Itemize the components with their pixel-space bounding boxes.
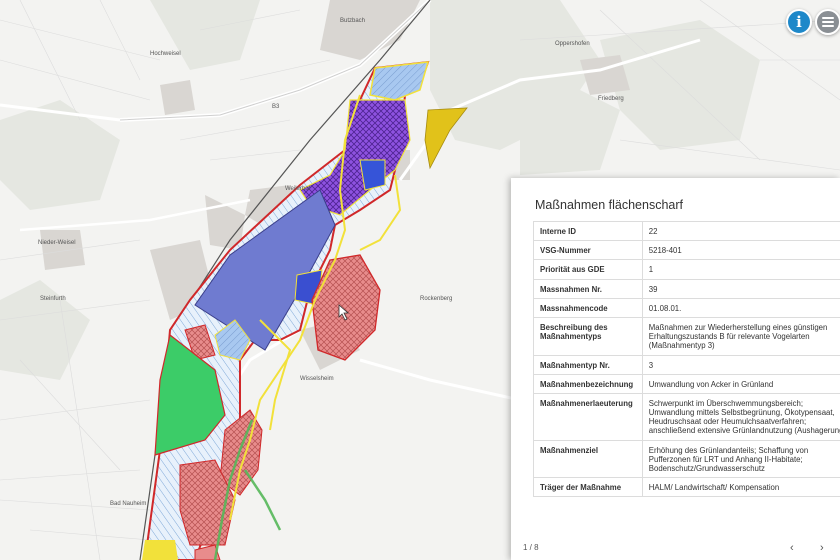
hamburger-menu-icon bbox=[822, 15, 834, 29]
map-label: Nieder-Weisel bbox=[38, 240, 76, 246]
attribute-value: 5218-401 bbox=[641, 240, 840, 261]
attribute-key: VSG-Nummer bbox=[533, 240, 643, 261]
map-label: Friedberg bbox=[598, 96, 624, 102]
attribute-key: Massnahmen Nr. bbox=[533, 278, 643, 299]
next-feature-button[interactable]: › bbox=[820, 542, 824, 554]
attribute-key: Maßnahmenerlaeuterung bbox=[533, 392, 643, 441]
feature-info-panel: Maßnahmen flächenscharf Interne ID 22 VSG-… bbox=[511, 178, 840, 560]
attribute-value: Umwandlung von Acker in Grünland bbox=[641, 373, 840, 394]
attribute-table: Interne ID 22 VSG-Nummer 5218-401 Priorität … bbox=[533, 220, 840, 498]
attribute-key: Maßnahmentyp Nr. bbox=[533, 354, 643, 375]
attribute-value: 22 bbox=[641, 220, 840, 242]
map-label: Weilerhof bbox=[285, 186, 311, 192]
table-row: Beschreibung des Maßnahmentyps Maßnahmen … bbox=[533, 316, 840, 356]
attribute-value: 3 bbox=[641, 354, 840, 375]
attribute-value: Schwerpunkt im Überschwemmungsbereich; U… bbox=[641, 392, 840, 441]
info-button[interactable]: i bbox=[786, 9, 812, 35]
attribute-key: Priorität aus GDE bbox=[533, 259, 643, 280]
attribute-value: Maßnahmen zur Wiederherstellung eines gü… bbox=[641, 316, 840, 356]
table-row: Maßnahmenerlaeuterung Schwerpunkt im Über… bbox=[533, 392, 840, 441]
map-label: Butzbach bbox=[340, 18, 365, 24]
previous-feature-button[interactable]: ‹ bbox=[790, 542, 794, 554]
info-icon: i bbox=[796, 12, 802, 31]
attribute-key: Maßnahmenziel bbox=[533, 439, 643, 479]
attribute-key: Massnahmencode bbox=[533, 297, 643, 318]
table-row: VSG-Nummer 5218-401 bbox=[533, 240, 840, 261]
attribute-value: Erhöhung des Grünlandanteils; Schaffung … bbox=[641, 439, 840, 479]
table-row: Maßnahmentyp Nr. 3 bbox=[533, 354, 840, 375]
map-label: Rockenberg bbox=[420, 296, 452, 302]
table-row: Priorität aus GDE 1 bbox=[533, 259, 840, 280]
pagination-indicator: 1 / 8 bbox=[523, 543, 539, 552]
map-label: Hochweisel bbox=[150, 51, 181, 57]
table-row: Interne ID 22 bbox=[533, 220, 840, 242]
attribute-key: Beschreibung des Maßnahmentyps bbox=[533, 316, 643, 356]
attribute-key: Interne ID bbox=[533, 220, 643, 242]
table-row: Träger der Maßnahme HALM/ Landwirtschaft/… bbox=[533, 477, 840, 498]
attribute-value: HALM/ Landwirtschaft/ Kompensation bbox=[641, 477, 840, 498]
table-row: Maßnahmenziel Erhöhung des Grünlandanteil… bbox=[533, 439, 840, 479]
attribute-key: Maßnahmenbezeichnung bbox=[533, 373, 643, 394]
map-label: Wisselsheim bbox=[300, 376, 334, 382]
panel-title: Maßnahmen flächenscharf bbox=[535, 198, 683, 212]
attribute-value: 01.08.01. bbox=[641, 297, 840, 318]
table-row: Maßnahmenbezeichnung Umwandlung von Acker… bbox=[533, 373, 840, 394]
table-row: Massnahmen Nr. 39 bbox=[533, 278, 840, 299]
attribute-value: 39 bbox=[641, 278, 840, 299]
map-label: Oppershofen bbox=[555, 41, 590, 47]
menu-button[interactable] bbox=[815, 9, 840, 35]
map-label: B3 bbox=[272, 104, 280, 110]
table-row: Massnahmencode 01.08.01. bbox=[533, 297, 840, 318]
map-label: Bad Nauheim bbox=[110, 501, 146, 507]
attribute-key: Träger der Maßnahme bbox=[533, 477, 643, 498]
map-label: Steinfurth bbox=[40, 296, 66, 302]
attribute-value: 1 bbox=[641, 259, 840, 280]
